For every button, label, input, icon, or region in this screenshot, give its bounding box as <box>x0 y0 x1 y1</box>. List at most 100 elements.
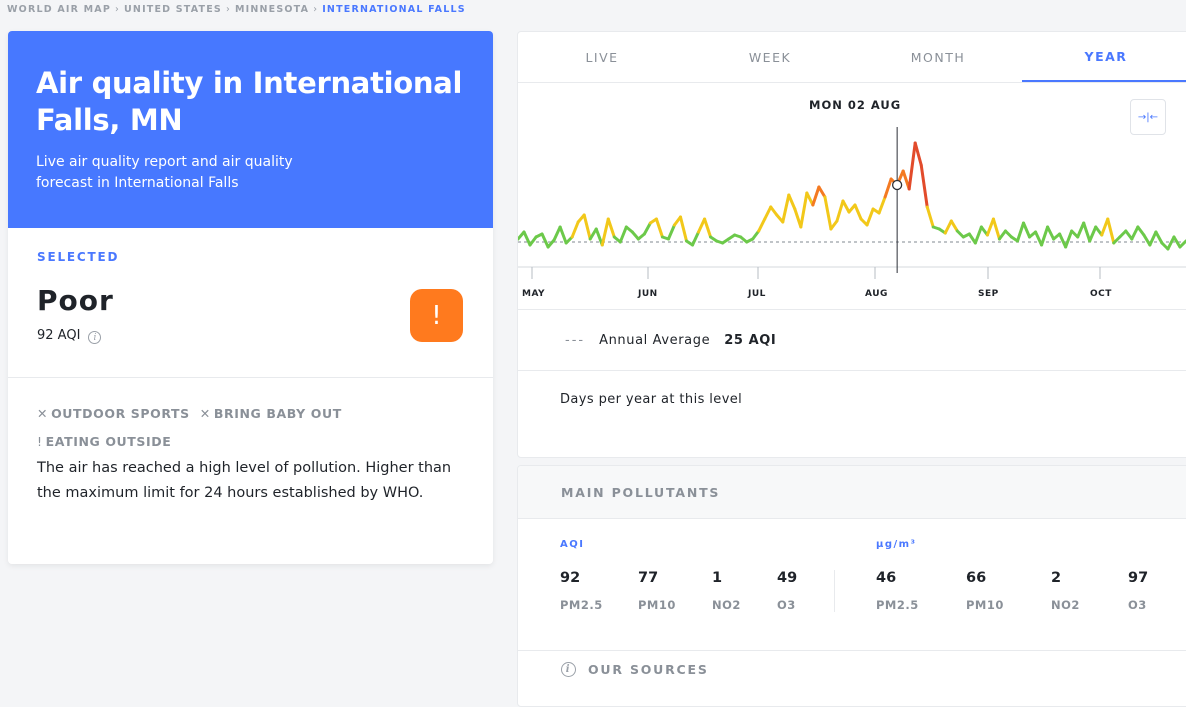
month-tick-label: JUL <box>748 289 766 299</box>
month-tick-label: SEP <box>978 289 999 299</box>
series-segment <box>865 207 875 227</box>
series-segment <box>642 221 652 236</box>
series-segment <box>835 199 845 223</box>
summary-card: Air quality in International Falls, MN L… <box>8 31 493 564</box>
divider <box>834 570 835 612</box>
series-segment <box>781 193 791 224</box>
aqi-year-chart[interactable] <box>518 127 1186 307</box>
series-segment <box>552 225 562 242</box>
tab-live[interactable]: LIVE <box>518 32 686 82</box>
series-segment <box>1046 225 1056 241</box>
series-segment <box>811 185 821 207</box>
month-tick-label: MAY <box>522 289 546 299</box>
info-icon[interactable]: i <box>88 331 102 344</box>
tab-year[interactable]: YEAR <box>1022 32 1186 82</box>
pollutant-name: NO2 <box>1051 598 1080 612</box>
series-segment <box>841 199 851 214</box>
series-segment <box>654 217 664 239</box>
series-segment <box>907 141 917 191</box>
tab-week[interactable]: WEEK <box>686 32 854 82</box>
recommendation-eating-outside: ! EATING OUTSIDE <box>37 433 172 449</box>
series-segment <box>570 220 580 239</box>
page-title: Air quality in International Falls, MN <box>36 66 463 137</box>
our-sources-label: OUR SOURCES <box>588 662 709 677</box>
aqi-unit-label: AQI <box>560 539 585 550</box>
series-segment <box>949 219 959 233</box>
series-segment <box>913 141 923 167</box>
series-segment <box>769 205 779 217</box>
breadcrumb: WORLD AIR MAP › UNITED STATES › MINNESOTA › IN… <box>7 4 466 15</box>
series-segment <box>751 229 761 241</box>
series-segment <box>943 219 953 235</box>
selected-label: SELECTED <box>37 250 120 264</box>
aqi-level: Poor <box>37 284 114 317</box>
series-segment <box>1076 221 1086 239</box>
series-segment <box>757 217 767 233</box>
breadcrumb-separator: › <box>115 4 120 15</box>
month-tick-label: JUN <box>638 289 658 299</box>
aqi-value: 92 AQI <box>37 328 81 343</box>
divider <box>518 650 1186 651</box>
divider <box>8 377 493 378</box>
series-segment <box>703 217 713 239</box>
series-segment <box>877 195 887 215</box>
collapse-icon: →|← <box>1137 111 1159 123</box>
series-segment <box>817 185 827 199</box>
pollutant-value: 92 <box>560 570 581 586</box>
concentration-unit-label: µg/m³ <box>876 539 917 550</box>
series-segment <box>540 232 550 249</box>
tab-month[interactable]: MONTH <box>854 32 1022 82</box>
warning-badge-icon: ! <box>410 289 463 342</box>
page-subtitle: Live air quality report and air quality … <box>36 154 293 191</box>
series-segment <box>600 217 610 247</box>
aqi-value-row: 92 AQI i <box>37 327 102 344</box>
pollutant-value: 46 <box>876 570 897 586</box>
pollutant-value: 97 <box>1128 570 1149 586</box>
series-segment <box>1106 217 1116 245</box>
recommendation-bring-baby-out: ✕ BRING BABY OUT <box>199 405 342 421</box>
series-segment <box>582 213 592 241</box>
series-segment <box>1148 230 1158 247</box>
series-segment <box>1166 235 1176 251</box>
series-segment <box>1082 221 1092 243</box>
annual-average-label: Annual Average <box>599 333 711 348</box>
annual-average-row: --- Annual Average 25 AQI <box>565 333 776 348</box>
breadcrumb-world[interactable]: WORLD AIR MAP <box>7 4 111 15</box>
series-segment <box>925 205 935 229</box>
pollutant-value: 2 <box>1051 570 1062 586</box>
info-icon: i <box>561 662 576 677</box>
history-card: LIVE WEEK MONTH YEAR MON 02 AUG →|← MAY J… <box>517 31 1186 458</box>
our-sources-link[interactable]: i OUR SOURCES <box>561 662 709 677</box>
divider <box>518 309 1186 310</box>
aqi-description: The air has reached a high level of poll… <box>37 460 452 501</box>
series-segment <box>522 230 532 247</box>
series-segment <box>973 225 983 245</box>
hero-banner: Air quality in International Falls, MN L… <box>8 31 493 228</box>
pollutant-name: O3 <box>1128 598 1147 612</box>
series-segment <box>1088 225 1098 243</box>
series-segment <box>1136 225 1146 237</box>
breadcrumb-separator: › <box>225 4 231 15</box>
days-per-year-label: Days per year at this level <box>560 392 743 407</box>
series-segment <box>853 203 863 221</box>
exclamation-icon: ! <box>37 433 43 449</box>
recommendations: ✕ OUTDOOR SPORTS ✕ BRING BABY OUT ! EATING … <box>37 399 342 455</box>
breadcrumb-state[interactable]: MINNESOTA <box>235 4 309 15</box>
pollutant-name: PM10 <box>966 598 1004 612</box>
series-segment <box>829 219 839 231</box>
cross-icon: ✕ <box>199 405 211 421</box>
series-segment <box>787 193 797 211</box>
recommendation-row: ! EATING OUTSIDE <box>37 427 342 455</box>
chart-selected-date: MON 02 AUG <box>809 98 902 112</box>
pollutants-title: MAIN POLLUTANTS <box>518 466 1186 519</box>
pollutant-value: 66 <box>966 570 987 586</box>
series-segment <box>528 235 538 247</box>
series-segment <box>763 205 773 221</box>
annual-average-value: 25 AQI <box>724 333 777 348</box>
series-segment <box>691 230 701 247</box>
breadcrumb-country[interactable]: UNITED STATES <box>124 4 222 15</box>
series-segment <box>1022 221 1032 239</box>
recommendation-row: ✕ OUTDOOR SPORTS ✕ BRING BABY OUT <box>37 399 342 427</box>
series-segment <box>678 215 689 243</box>
dashed-line-icon: --- <box>565 333 586 348</box>
